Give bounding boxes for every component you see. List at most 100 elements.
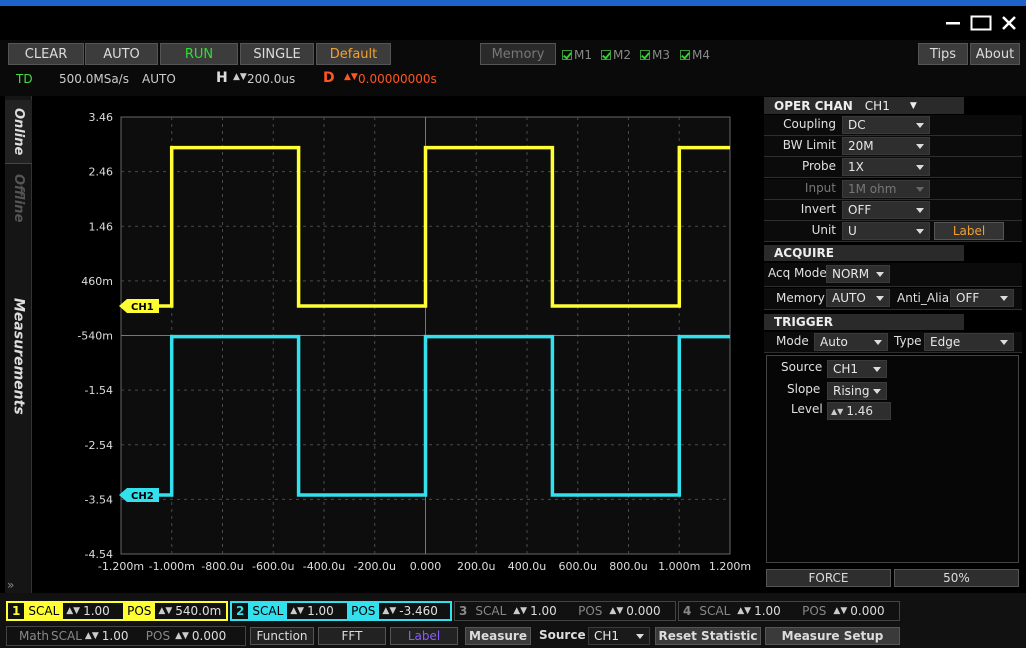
mode-label: Mode bbox=[776, 334, 809, 348]
math-pos-spin-icon[interactable]: ▲▼ bbox=[172, 631, 192, 641]
ch2-pos-spin-icon[interactable]: ▲▼ bbox=[379, 606, 399, 616]
ch2-pos-label: POS bbox=[347, 603, 380, 619]
tips-button[interactable]: Tips bbox=[918, 43, 968, 65]
d-value[interactable]: 0.00000000s bbox=[358, 72, 437, 86]
type-select[interactable]: Edge bbox=[924, 333, 1014, 351]
ch1-scal-value[interactable]: 1.00 bbox=[83, 604, 123, 618]
force-button[interactable]: FORCE bbox=[766, 569, 891, 587]
level-spin-icon[interactable]: ▲▼ bbox=[828, 407, 846, 416]
input-row: Input 1M ohm bbox=[764, 179, 1022, 200]
ch3-pos-spin-icon[interactable]: ▲▼ bbox=[606, 606, 626, 616]
math-settings[interactable]: Math SCAL ▲▼ 1.00 POS ▲▼ 0.000 bbox=[6, 626, 246, 646]
source-label: Source bbox=[781, 360, 823, 374]
reset-statistic-button[interactable]: Reset Statistic bbox=[655, 627, 761, 645]
chevron-down-icon[interactable]: ▼ bbox=[910, 101, 917, 111]
ch1-pos-label: POS bbox=[123, 603, 156, 619]
clear-button[interactable]: CLEAR bbox=[8, 43, 84, 65]
ch4-scal-value[interactable]: 1.00 bbox=[754, 604, 798, 618]
close-icon[interactable] bbox=[998, 12, 1020, 34]
ch4-pos-spin-icon[interactable]: ▲▼ bbox=[830, 606, 850, 616]
x-tick-label: -600.0u bbox=[252, 560, 294, 573]
m4-checkbox[interactable]: M4 bbox=[680, 48, 710, 62]
ch3-pos-value[interactable]: 0.000 bbox=[626, 604, 660, 618]
math-label-button[interactable]: Label bbox=[390, 627, 458, 645]
d-spin-icon[interactable]: ▲▼ bbox=[344, 72, 358, 82]
h-spin-icon[interactable]: ▲▼ bbox=[233, 72, 247, 82]
invert-select[interactable]: OFF bbox=[842, 201, 930, 219]
bwlimit-select[interactable]: 20M bbox=[842, 137, 930, 155]
input-label: Input bbox=[804, 181, 836, 195]
ch4-settings[interactable]: 4 SCAL ▲▼ 1.00 POS ▲▼ 0.000 bbox=[678, 601, 900, 621]
about-button[interactable]: About bbox=[970, 43, 1020, 65]
auto-button[interactable]: AUTO bbox=[85, 43, 158, 65]
oper-chan-value[interactable]: CH1 bbox=[865, 99, 890, 113]
probe-select[interactable]: 1X bbox=[842, 158, 930, 176]
ch2-scal-spin-icon[interactable]: ▲▼ bbox=[287, 606, 307, 616]
source-select[interactable]: CH1 bbox=[827, 360, 887, 378]
ch1-settings[interactable]: 1 SCAL ▲▼ 1.00 POS ▲▼ 540.0m bbox=[6, 601, 228, 621]
measure-button[interactable]: Measure bbox=[465, 627, 531, 645]
ch1-scal-spin-icon[interactable]: ▲▼ bbox=[63, 606, 83, 616]
tab-measurements[interactable]: Measurements bbox=[5, 296, 32, 416]
trigger-header: TRIGGER bbox=[764, 314, 964, 330]
default-button[interactable]: Default bbox=[316, 43, 391, 65]
waveform-chart[interactable]: -1.200m -1.000m -800.0u -600.0u -400.0u -200.… bbox=[33, 96, 758, 593]
y-tick-label: -4.54 bbox=[85, 548, 113, 561]
ch3-pos-label: POS bbox=[578, 604, 603, 618]
ch2-number: 2 bbox=[236, 604, 245, 618]
run-button[interactable]: RUN bbox=[160, 43, 238, 65]
ch4-number: 4 bbox=[683, 604, 692, 618]
math-scal-spin-icon[interactable]: ▲▼ bbox=[82, 631, 102, 641]
bwlimit-label: BW Limit bbox=[782, 138, 836, 152]
y-tick-label: -540m bbox=[77, 330, 113, 343]
ch1-pos-value[interactable]: 540.0m bbox=[175, 604, 221, 618]
expand-icon[interactable]: » bbox=[7, 578, 14, 592]
function-button[interactable]: Function bbox=[250, 627, 314, 645]
measure-source-select[interactable]: CH1 bbox=[588, 627, 650, 645]
unit-label: Unit bbox=[811, 223, 836, 237]
minimize-icon[interactable] bbox=[942, 12, 964, 34]
measure-setup-button[interactable]: Measure Setup bbox=[765, 627, 900, 645]
h-value[interactable]: 200.0us bbox=[247, 72, 295, 86]
tab-offline[interactable]: Offline bbox=[5, 166, 32, 230]
math-pos-value[interactable]: 0.000 bbox=[192, 629, 226, 643]
level-input[interactable]: ▲▼ 1.46 bbox=[827, 402, 891, 420]
mode-select[interactable]: Auto bbox=[814, 333, 888, 351]
ch2-settings[interactable]: 2 SCAL ▲▼ 1.00 POS ▲▼ -3.460 bbox=[230, 601, 452, 621]
math-scal-label: SCAL bbox=[51, 629, 82, 643]
ch4-pos-value[interactable]: 0.000 bbox=[850, 604, 884, 618]
coupling-select[interactable]: DC bbox=[842, 116, 930, 134]
unit-select[interactable]: U bbox=[842, 222, 930, 240]
acqmode-select[interactable]: NORM bbox=[826, 265, 890, 283]
ch4-pos-label: POS bbox=[802, 604, 827, 618]
ch4-scal-spin-icon[interactable]: ▲▼ bbox=[734, 606, 754, 616]
m1-checkbox[interactable]: M1 bbox=[562, 48, 592, 62]
math-scal-value[interactable]: 1.00 bbox=[102, 629, 146, 643]
single-button[interactable]: SINGLE bbox=[240, 43, 314, 65]
y-tick-label: -1.54 bbox=[85, 384, 113, 397]
unit-row: Unit U Label bbox=[764, 221, 1022, 242]
m2-checkbox[interactable]: M2 bbox=[601, 48, 631, 62]
fifty-percent-button[interactable]: 50% bbox=[894, 569, 1019, 587]
slope-select[interactable]: Rising bbox=[827, 382, 887, 400]
ch2-pos-value[interactable]: -3.460 bbox=[399, 604, 438, 618]
waveform-display[interactable]: -1.200m -1.000m -800.0u -600.0u -400.0u -200.… bbox=[33, 96, 758, 593]
tab-online[interactable]: Online bbox=[5, 100, 32, 164]
fft-button[interactable]: FFT bbox=[318, 627, 386, 645]
memory-button[interactable]: Memory bbox=[480, 43, 556, 65]
ch3-scal-spin-icon[interactable]: ▲▼ bbox=[510, 606, 530, 616]
m3-checkbox[interactable]: M3 bbox=[640, 48, 670, 62]
y-tick-label: -3.54 bbox=[85, 493, 113, 506]
ch3-settings[interactable]: 3 SCAL ▲▼ 1.00 POS ▲▼ 0.000 bbox=[454, 601, 676, 621]
ch1-pos-spin-icon[interactable]: ▲▼ bbox=[155, 606, 175, 616]
antialia-select[interactable]: OFF bbox=[950, 289, 1014, 307]
ch3-scal-value[interactable]: 1.00 bbox=[530, 604, 574, 618]
ch2-scal-value[interactable]: 1.00 bbox=[307, 604, 347, 618]
coupling-label: Coupling bbox=[783, 117, 836, 131]
label-button[interactable]: Label bbox=[934, 222, 1004, 240]
sample-rate: 500.0MSa/s bbox=[59, 72, 129, 86]
memory-select[interactable]: AUTO bbox=[826, 289, 890, 307]
x-tick-label: -1.000m bbox=[149, 560, 195, 573]
maximize-icon[interactable] bbox=[968, 12, 994, 34]
probe-row: Probe 1X bbox=[764, 157, 1022, 178]
